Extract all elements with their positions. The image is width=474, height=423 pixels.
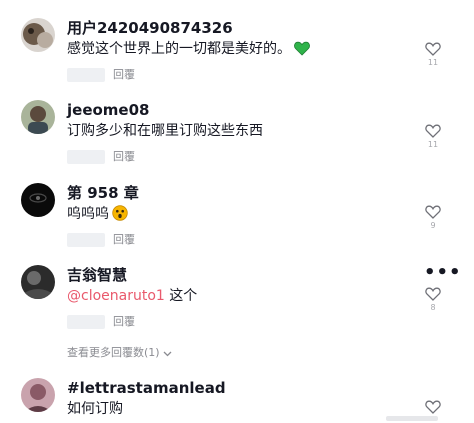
comment-text-body: 呜呜呜 — [67, 206, 109, 222]
heart-outline-icon — [425, 205, 441, 219]
like-button[interactable]: 8 — [422, 287, 444, 313]
comment-text-body: 感觉这个世界上的一切都是美好的。 — [67, 41, 291, 57]
comment-item: jeeome08 订购多少和在哪里订购这些东西 回覆 11 — [0, 100, 474, 166]
comment-text: 呜呜呜 — [67, 205, 128, 226]
comment-text: 订购多少和在哪里订购这些东西 — [67, 123, 263, 139]
avatar[interactable] — [21, 183, 55, 217]
avatar[interactable] — [21, 18, 55, 52]
heart-outline-icon — [425, 287, 441, 301]
avatar[interactable] — [21, 100, 55, 134]
comment-item: 第 958 章 呜呜呜 回覆 9 — [0, 183, 474, 249]
like-button[interactable]: 11 — [422, 42, 444, 68]
heart-outline-icon — [425, 124, 441, 138]
comment-author[interactable]: 吉翁智慧 — [67, 265, 127, 285]
like-count: 8 — [430, 303, 436, 312]
comment-date — [67, 68, 105, 82]
more-options-icon[interactable]: ••• — [424, 264, 462, 282]
view-more-replies-label: 查看更多回覆数(1) — [67, 346, 160, 359]
heart-outline-icon — [425, 42, 441, 56]
comment-date — [67, 315, 105, 329]
reply-button[interactable]: 回覆 — [113, 314, 135, 330]
avatar[interactable] — [21, 265, 55, 299]
view-more-replies-button[interactable]: 查看更多回覆数(1) — [67, 345, 172, 361]
like-count: 11 — [427, 140, 439, 149]
comment-item: 用户2420490874326 感觉这个世界上的一切都是美好的。 回覆 11 — [0, 18, 474, 84]
astonished-face-emoji-icon — [112, 205, 128, 226]
comment-date — [67, 233, 105, 247]
comment-text: 如何订购 — [67, 401, 123, 417]
like-button[interactable]: 9 — [422, 205, 444, 231]
heart-outline-icon — [425, 400, 441, 414]
comment-date — [67, 150, 105, 164]
comment-author[interactable]: jeeome08 — [67, 100, 149, 120]
comment-text: 感觉这个世界上的一切都是美好的。 — [67, 40, 310, 61]
comment-text-body: 这个 — [164, 288, 198, 304]
chevron-down-icon — [163, 351, 172, 357]
like-button[interactable]: 11 — [422, 124, 444, 150]
comment-author[interactable]: 第 958 章 — [67, 183, 139, 203]
comment-author[interactable]: 用户2420490874326 — [67, 18, 233, 38]
reply-button[interactable]: 回覆 — [113, 67, 135, 83]
reply-button[interactable]: 回覆 — [113, 232, 135, 248]
comment-item: 吉翁智慧 @cloenaruto1 这个 回覆 8 — [0, 265, 474, 331]
like-count: 9 — [430, 221, 436, 230]
avatar[interactable] — [21, 378, 55, 412]
comment-text: @cloenaruto1 这个 — [67, 287, 197, 305]
like-count: 11 — [427, 58, 439, 67]
reply-button[interactable]: 回覆 — [113, 149, 135, 165]
like-button[interactable] — [422, 400, 444, 414]
user-mention-link[interactable]: @cloenaruto1 — [67, 288, 165, 304]
green-heart-emoji-icon — [294, 41, 310, 61]
comment-author[interactable]: #lettrastamanlead — [67, 378, 226, 398]
watermark — [386, 416, 438, 421]
